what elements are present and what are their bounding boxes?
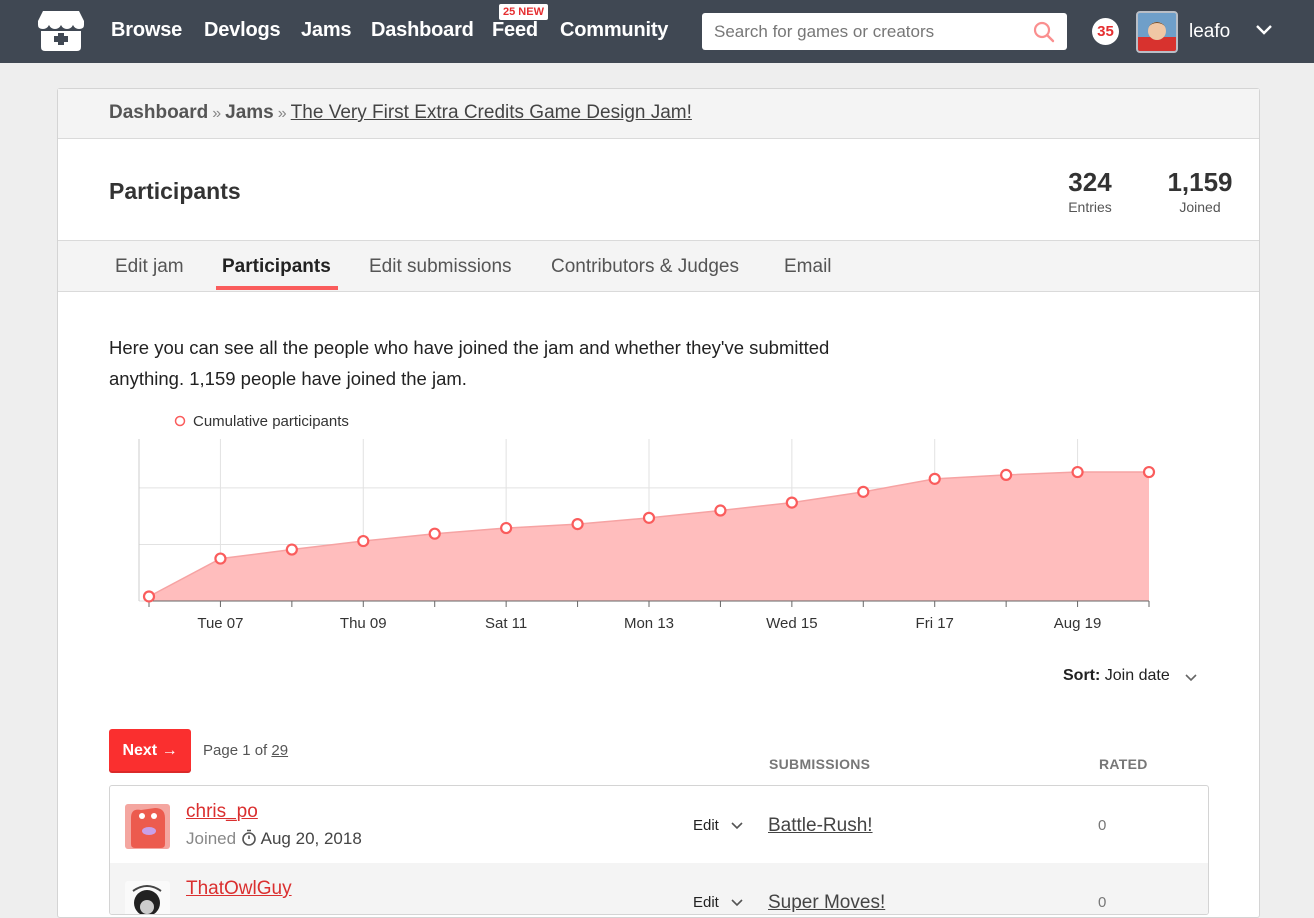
entries-count: 324 xyxy=(1068,167,1112,197)
participant-name-link[interactable]: chris_po xyxy=(186,801,258,823)
nav-devlogs[interactable]: Devlogs xyxy=(204,19,281,42)
tab-edit-jam[interactable]: Edit jam xyxy=(115,256,184,278)
column-header-submissions: SUBMISSIONS xyxy=(769,756,871,772)
joined-label: Joined xyxy=(1179,199,1221,215)
search-icon[interactable] xyxy=(1033,21,1055,43)
data-point xyxy=(642,511,656,524)
edit-dropdown-button[interactable]: Edit xyxy=(693,817,719,834)
chevron-down-icon[interactable] xyxy=(730,898,744,908)
legend-label: Cumulative participants xyxy=(193,413,349,430)
x-tick-label: Wed 15 xyxy=(766,615,817,632)
nav-feed[interactable]: Feed xyxy=(492,19,538,42)
participants-description: Here you can see all the people who have… xyxy=(109,337,830,389)
x-tick-label: Tue 07 xyxy=(197,615,243,632)
data-point xyxy=(214,552,227,565)
breadcrumb-jam-link[interactable]: The Very First Extra Credits Game Design… xyxy=(291,102,692,123)
search-box xyxy=(702,13,1067,50)
user-avatar[interactable] xyxy=(1136,11,1178,53)
jam-participants-card: Dashboard» Jams» The Very First Extra Cred… xyxy=(57,88,1260,918)
jam-tabs: Edit jam Participants Edit submissions C… xyxy=(58,240,1259,292)
breadcrumb-jams[interactable]: Jams xyxy=(225,102,274,123)
participant-avatar[interactable] xyxy=(125,804,170,849)
top-navbar: Browse Devlogs Jams Dashboard Feed 25 NE… xyxy=(0,0,1314,63)
breadcrumb-separator: » xyxy=(212,105,222,122)
data-point xyxy=(857,485,870,498)
rated-count: 0 xyxy=(1098,817,1107,834)
data-point xyxy=(428,527,441,540)
feed-new-badge: 25 NEW xyxy=(499,4,548,20)
data-point xyxy=(928,472,941,485)
data-point xyxy=(357,534,370,548)
username-label[interactable]: leafo xyxy=(1189,21,1230,43)
data-point xyxy=(1000,468,1013,481)
breadcrumb-separator: » xyxy=(277,105,287,122)
search-input[interactable] xyxy=(702,13,1022,50)
submission-link[interactable]: Battle-Rush! xyxy=(768,815,873,837)
participant-joined: Joined Aug 20, 2018 xyxy=(186,829,362,849)
chevron-down-icon[interactable] xyxy=(1184,673,1198,683)
breadcrumb: Dashboard» Jams» The Very First Extra Cred… xyxy=(109,102,692,124)
chevron-down-icon[interactable] xyxy=(1255,23,1273,37)
edit-dropdown-button[interactable]: Edit xyxy=(693,894,719,911)
x-tick-label: Thu 09 xyxy=(340,615,387,632)
joined-date: Aug 20, 2018 xyxy=(260,829,362,848)
data-point xyxy=(500,521,513,535)
column-header-rated: RATED xyxy=(1099,756,1148,772)
page-prefix: Page 1 of xyxy=(203,742,272,759)
entries-stat: 324 Entries xyxy=(1060,167,1120,217)
notification-count-badge[interactable]: 35 xyxy=(1092,18,1119,45)
nav-jams[interactable]: Jams xyxy=(301,19,352,42)
table-row: chris_po Joined Aug 20, 2018 Edit Battle… xyxy=(110,786,1208,863)
data-point xyxy=(714,504,727,517)
x-tick-label: Sat 11 xyxy=(485,615,527,632)
data-point xyxy=(1142,465,1156,479)
table-row: ThatOwlGuy Edit Super Moves! 0 xyxy=(110,863,1208,914)
data-point xyxy=(785,496,798,509)
tab-edit-submissions[interactable]: Edit submissions xyxy=(369,256,512,278)
participant-name-link[interactable]: ThatOwlGuy xyxy=(186,878,292,900)
tab-participants[interactable]: Participants xyxy=(222,256,331,278)
data-point xyxy=(142,590,156,603)
data-point xyxy=(285,543,298,556)
x-tick-label: Aug 19 xyxy=(1054,615,1102,632)
joined-count: 1,159 xyxy=(1167,167,1233,197)
tab-contributors-judges[interactable]: Contributors & Judges xyxy=(551,256,739,278)
breadcrumb-dashboard[interactable]: Dashboard xyxy=(109,102,208,123)
x-tick-label: Mon 13 xyxy=(624,615,674,632)
joined-stat: 1,159 Joined xyxy=(1161,167,1239,217)
sort-label: Sort: xyxy=(1063,667,1101,684)
next-page-button[interactable]: Next → xyxy=(109,729,191,773)
entries-label: Entries xyxy=(1068,199,1112,215)
page-title: Participants xyxy=(109,178,241,204)
joined-label: Joined xyxy=(186,829,237,848)
chevron-down-icon[interactable] xyxy=(730,821,744,831)
legend-marker xyxy=(174,415,186,427)
itchio-logo-icon[interactable] xyxy=(37,9,85,53)
page-indicator: Page 1 of 29 xyxy=(203,742,288,759)
nav-community[interactable]: Community xyxy=(560,19,668,42)
breadcrumb-bar: Dashboard» Jams» The Very First Extra Cred… xyxy=(58,89,1259,139)
last-page-link[interactable]: 29 xyxy=(271,742,288,759)
stopwatch-icon xyxy=(242,829,256,846)
sort-dropdown[interactable]: Sort: Join date xyxy=(1063,667,1170,685)
participants-table: chris_po Joined Aug 20, 2018 Edit Battle… xyxy=(109,785,1209,915)
participant-avatar[interactable] xyxy=(125,881,170,914)
cumulative-participants-chart: Cumulative participants05001kTue 07Thu 0… xyxy=(138,413,1156,632)
data-point xyxy=(1071,465,1084,479)
data-point xyxy=(571,517,584,531)
x-tick-label: Fri 17 xyxy=(916,615,954,632)
tab-email[interactable]: Email xyxy=(784,256,832,278)
nav-browse[interactable]: Browse xyxy=(111,19,182,42)
rated-count: 0 xyxy=(1098,894,1107,911)
submission-link[interactable]: Super Moves! xyxy=(768,892,885,914)
nav-dashboard[interactable]: Dashboard xyxy=(371,19,474,42)
sort-value: Join date xyxy=(1104,667,1170,684)
active-tab-indicator xyxy=(216,286,338,290)
